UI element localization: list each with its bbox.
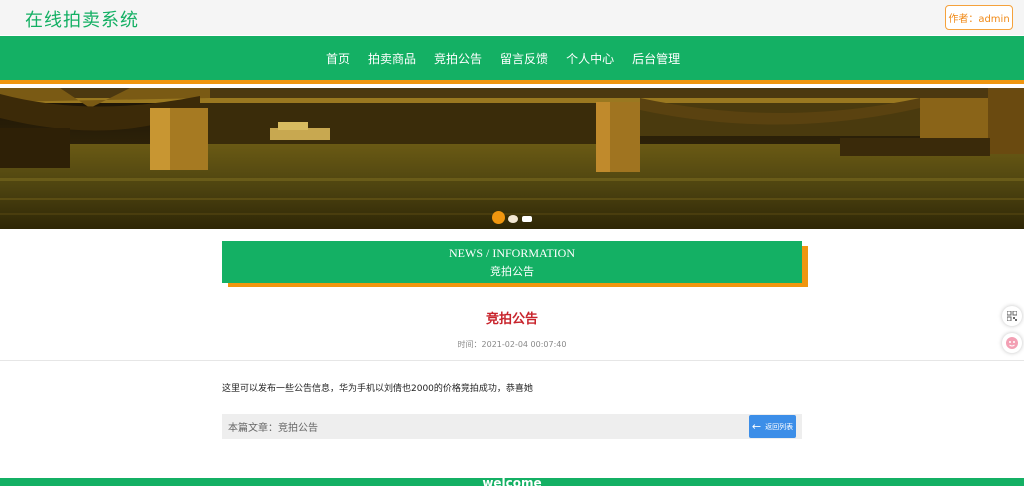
banner-image — [0, 88, 1024, 229]
article-time: 时间：2021-02-04 00:07:40 — [457, 340, 567, 349]
qr-code-float-button[interactable] — [1002, 306, 1022, 326]
carousel-dot-3[interactable] — [522, 216, 532, 222]
divider — [0, 360, 1024, 361]
nav-item-profile[interactable]: 个人中心 — [566, 50, 614, 67]
author-button[interactable]: 作者：admin — [945, 5, 1013, 30]
article-footer-bar: 本篇文章：竞拍公告 ← 返回列表 — [222, 414, 802, 439]
arrow-left-icon: ← — [751, 420, 762, 433]
back-to-list-label: 返回列表 — [765, 422, 794, 431]
site-title[interactable]: 在线拍卖系统 — [25, 6, 139, 32]
nav-item-home[interactable]: 首页 — [326, 50, 350, 67]
nav-item-feedback[interactable]: 留言反馈 — [500, 50, 548, 67]
section-header: NEWS / INFORMATION 竞拍公告 — [222, 241, 802, 283]
current-article-label: 本篇文章：竞拍公告 — [228, 423, 318, 434]
nav-item-auction-goods[interactable]: 拍卖商品 — [368, 50, 416, 67]
article-body: 这里可以发布一些公告信息，华为手机以刘倩也2000的价格竞拍成功，恭喜她 — [222, 384, 533, 394]
article-title: 竞拍公告 — [485, 312, 538, 327]
main-nav: 首页 拍卖商品 竞拍公告 留言反馈 个人中心 后台管理 — [0, 36, 1024, 84]
nav-item-bid-notices[interactable]: 竞拍公告 — [434, 50, 482, 67]
banner-carousel[interactable] — [0, 88, 1024, 229]
carousel-dot-2[interactable] — [508, 215, 518, 223]
nav-item-admin[interactable]: 后台管理 — [632, 50, 680, 67]
carousel-dot-1[interactable] — [492, 211, 505, 224]
welcome-text: welcome — [482, 478, 542, 486]
qr-code-icon — [1007, 311, 1017, 321]
mascot-float-button[interactable] — [1002, 333, 1022, 353]
back-to-list-button[interactable]: ← 返回列表 — [749, 415, 796, 438]
top-bar: 在线拍卖系统 作者：admin — [0, 0, 1024, 35]
section-title-en: NEWS / INFORMATION — [449, 246, 575, 260]
bottom-band: welcome — [0, 478, 1024, 486]
section-title-zh: 竞拍公告 — [490, 265, 534, 278]
mascot-icon — [1006, 337, 1018, 349]
